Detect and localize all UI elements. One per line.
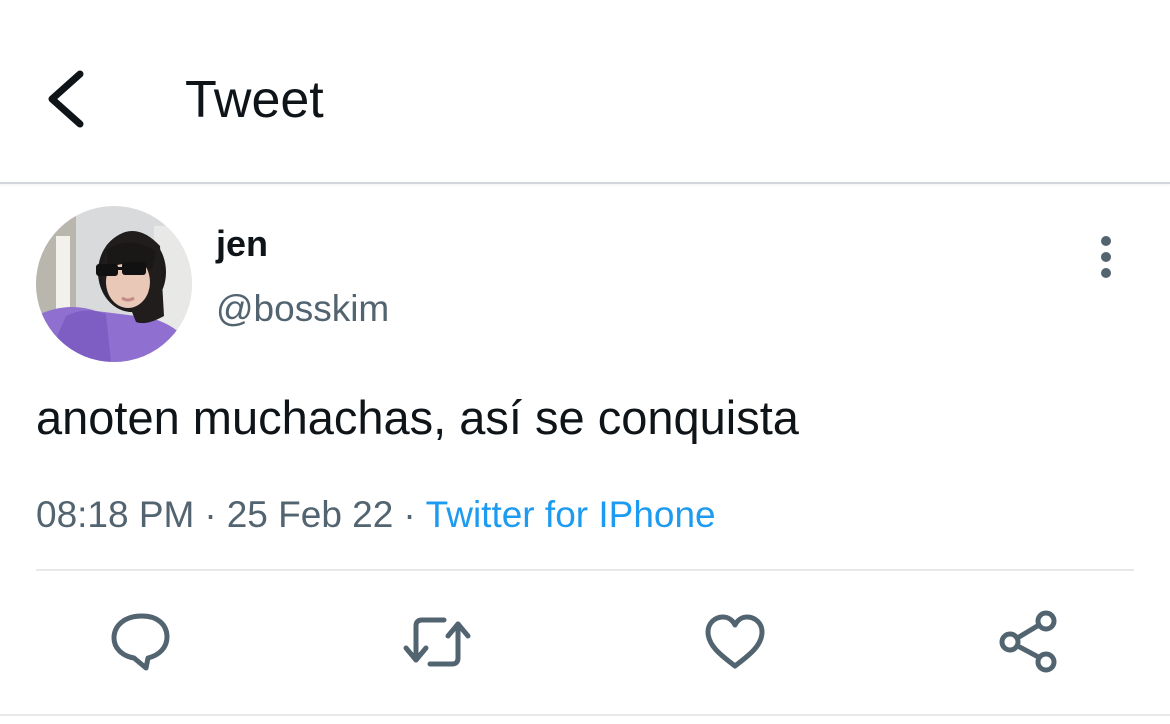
author-display-name[interactable]: jen [216,222,268,266]
divider [36,569,1134,571]
more-options-button[interactable] [1088,232,1124,282]
tweet-metadata: 08:18 PM · 25 Feb 22 · Twitter for IPhone [36,492,716,538]
chevron-left-icon [48,70,84,128]
comment-icon [111,613,170,671]
bottom-divider [0,714,1170,716]
share-icon [999,610,1057,673]
page-title: Tweet [185,71,324,129]
meta-separator: · [403,494,416,535]
tweet-text: anoten muchachas, así se conquista [36,391,799,444]
back-button[interactable] [40,66,96,132]
retweet-icon [403,617,471,667]
heart-icon [705,614,765,669]
top-bar: Tweet [0,0,1170,184]
more-vertical-icon [1101,236,1111,278]
avatar[interactable] [36,206,192,362]
meta-separator: · [204,494,217,535]
author-handle[interactable]: @bosskim [216,286,389,332]
retweet-button[interactable] [402,610,472,674]
share-button[interactable] [996,610,1066,674]
reply-button[interactable] [106,610,176,674]
tweet-date: 25 Feb 22 [226,494,394,535]
like-button[interactable] [700,610,770,674]
tweet-detail-screen: Tweet jen @bosskim anoten muchachas, así… [0,0,1170,724]
profile-photo [36,206,192,362]
tweet-time: 08:18 PM [36,494,195,535]
tweet-source-link[interactable]: Twitter for IPhone [426,494,716,535]
